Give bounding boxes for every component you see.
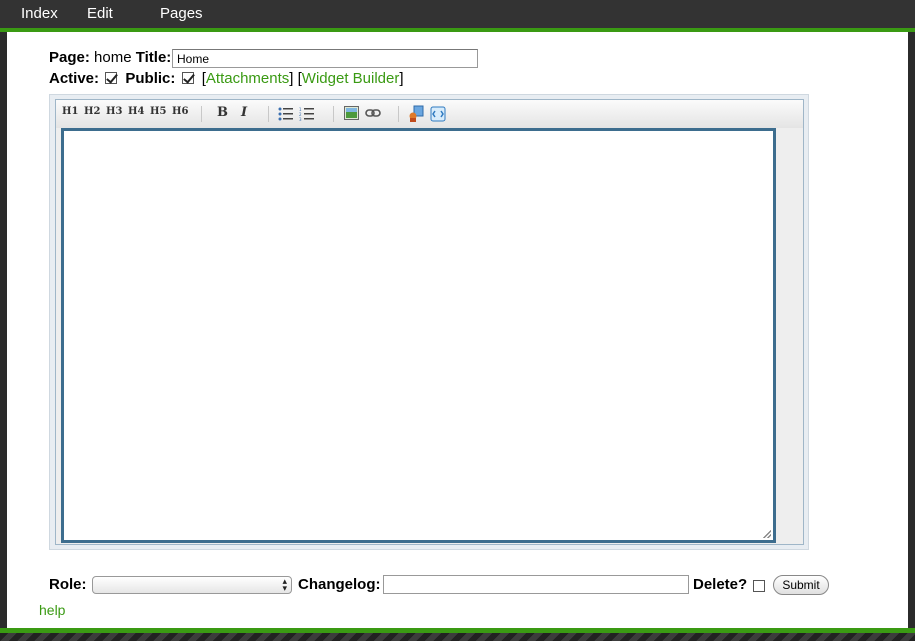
bracket-close-2: ] (399, 70, 404, 87)
italic-button[interactable]: I (241, 105, 247, 120)
h6-button[interactable]: H6 (172, 106, 188, 117)
bold-button[interactable]: B (217, 105, 228, 120)
submit-button[interactable]: Submit (773, 575, 829, 595)
numbered-list-icon[interactable]: 1 2 3 (299, 107, 315, 121)
image-icon[interactable] (344, 106, 359, 120)
rich-text-editor: H1 H2 H3 H4 H5 H6 B I 1 2 3 (49, 94, 809, 550)
title-label: Title: (135, 49, 172, 66)
h3-button[interactable]: H3 (106, 106, 122, 117)
editor-content-area[interactable] (61, 128, 776, 543)
title-input[interactable] (172, 49, 478, 68)
widget-icon[interactable] (408, 105, 424, 123)
nav-index[interactable]: Index (21, 5, 58, 22)
editor-toolbar: H1 H2 H3 H4 H5 H6 B I 1 2 3 (56, 100, 803, 128)
delete-checkbox[interactable] (753, 580, 765, 592)
flags-row: Active: Public: [Attachments] [Widget Bu… (49, 70, 404, 87)
page-value: home (94, 49, 132, 66)
top-navigation: Index Edit Pages (0, 0, 915, 28)
page-label: Page: (49, 49, 90, 66)
svg-text:3: 3 (299, 117, 302, 121)
bottom-stripes (0, 633, 915, 641)
h5-button[interactable]: H5 (150, 106, 166, 117)
changelog-input[interactable] (383, 575, 689, 594)
widget-builder-link[interactable]: Widget Builder (302, 70, 400, 87)
toolbar-separator (333, 106, 334, 122)
active-label: Active: (49, 70, 100, 87)
nav-edit[interactable]: Edit (87, 5, 113, 22)
bullet-list-icon[interactable] (278, 107, 294, 121)
changelog-label: Changelog: (298, 576, 381, 593)
toolbar-separator (268, 106, 269, 122)
select-arrows-icon: ▴ ▾ (282, 576, 287, 593)
toolbar-separator (201, 106, 202, 122)
toolbar-separator (398, 106, 399, 122)
help-link[interactable]: help (39, 602, 65, 618)
link-icon[interactable] (365, 108, 381, 118)
source-icon[interactable] (430, 105, 446, 123)
bracket-close-1: ] (289, 70, 294, 87)
delete-label: Delete? (693, 576, 748, 593)
resize-handle-icon[interactable] (763, 530, 771, 538)
left-border (0, 32, 7, 628)
role-select[interactable]: ▴ ▾ (92, 576, 292, 594)
page-title-row: Page: home Title: (49, 49, 171, 66)
nav-pages[interactable]: Pages (160, 5, 203, 22)
active-checkbox[interactable] (105, 72, 118, 84)
public-checkbox[interactable] (181, 72, 194, 84)
attachments-link[interactable]: Attachments (206, 70, 289, 87)
h1-button[interactable]: H1 (62, 106, 78, 117)
right-border (908, 32, 915, 628)
editor-frame: H1 H2 H3 H4 H5 H6 B I 1 2 3 (55, 99, 804, 545)
role-label: Role: (49, 576, 87, 593)
public-label: Public: (125, 70, 176, 87)
h2-button[interactable]: H2 (84, 106, 100, 117)
form-footer: Role: (49, 576, 87, 593)
h4-button[interactable]: H4 (128, 106, 144, 117)
